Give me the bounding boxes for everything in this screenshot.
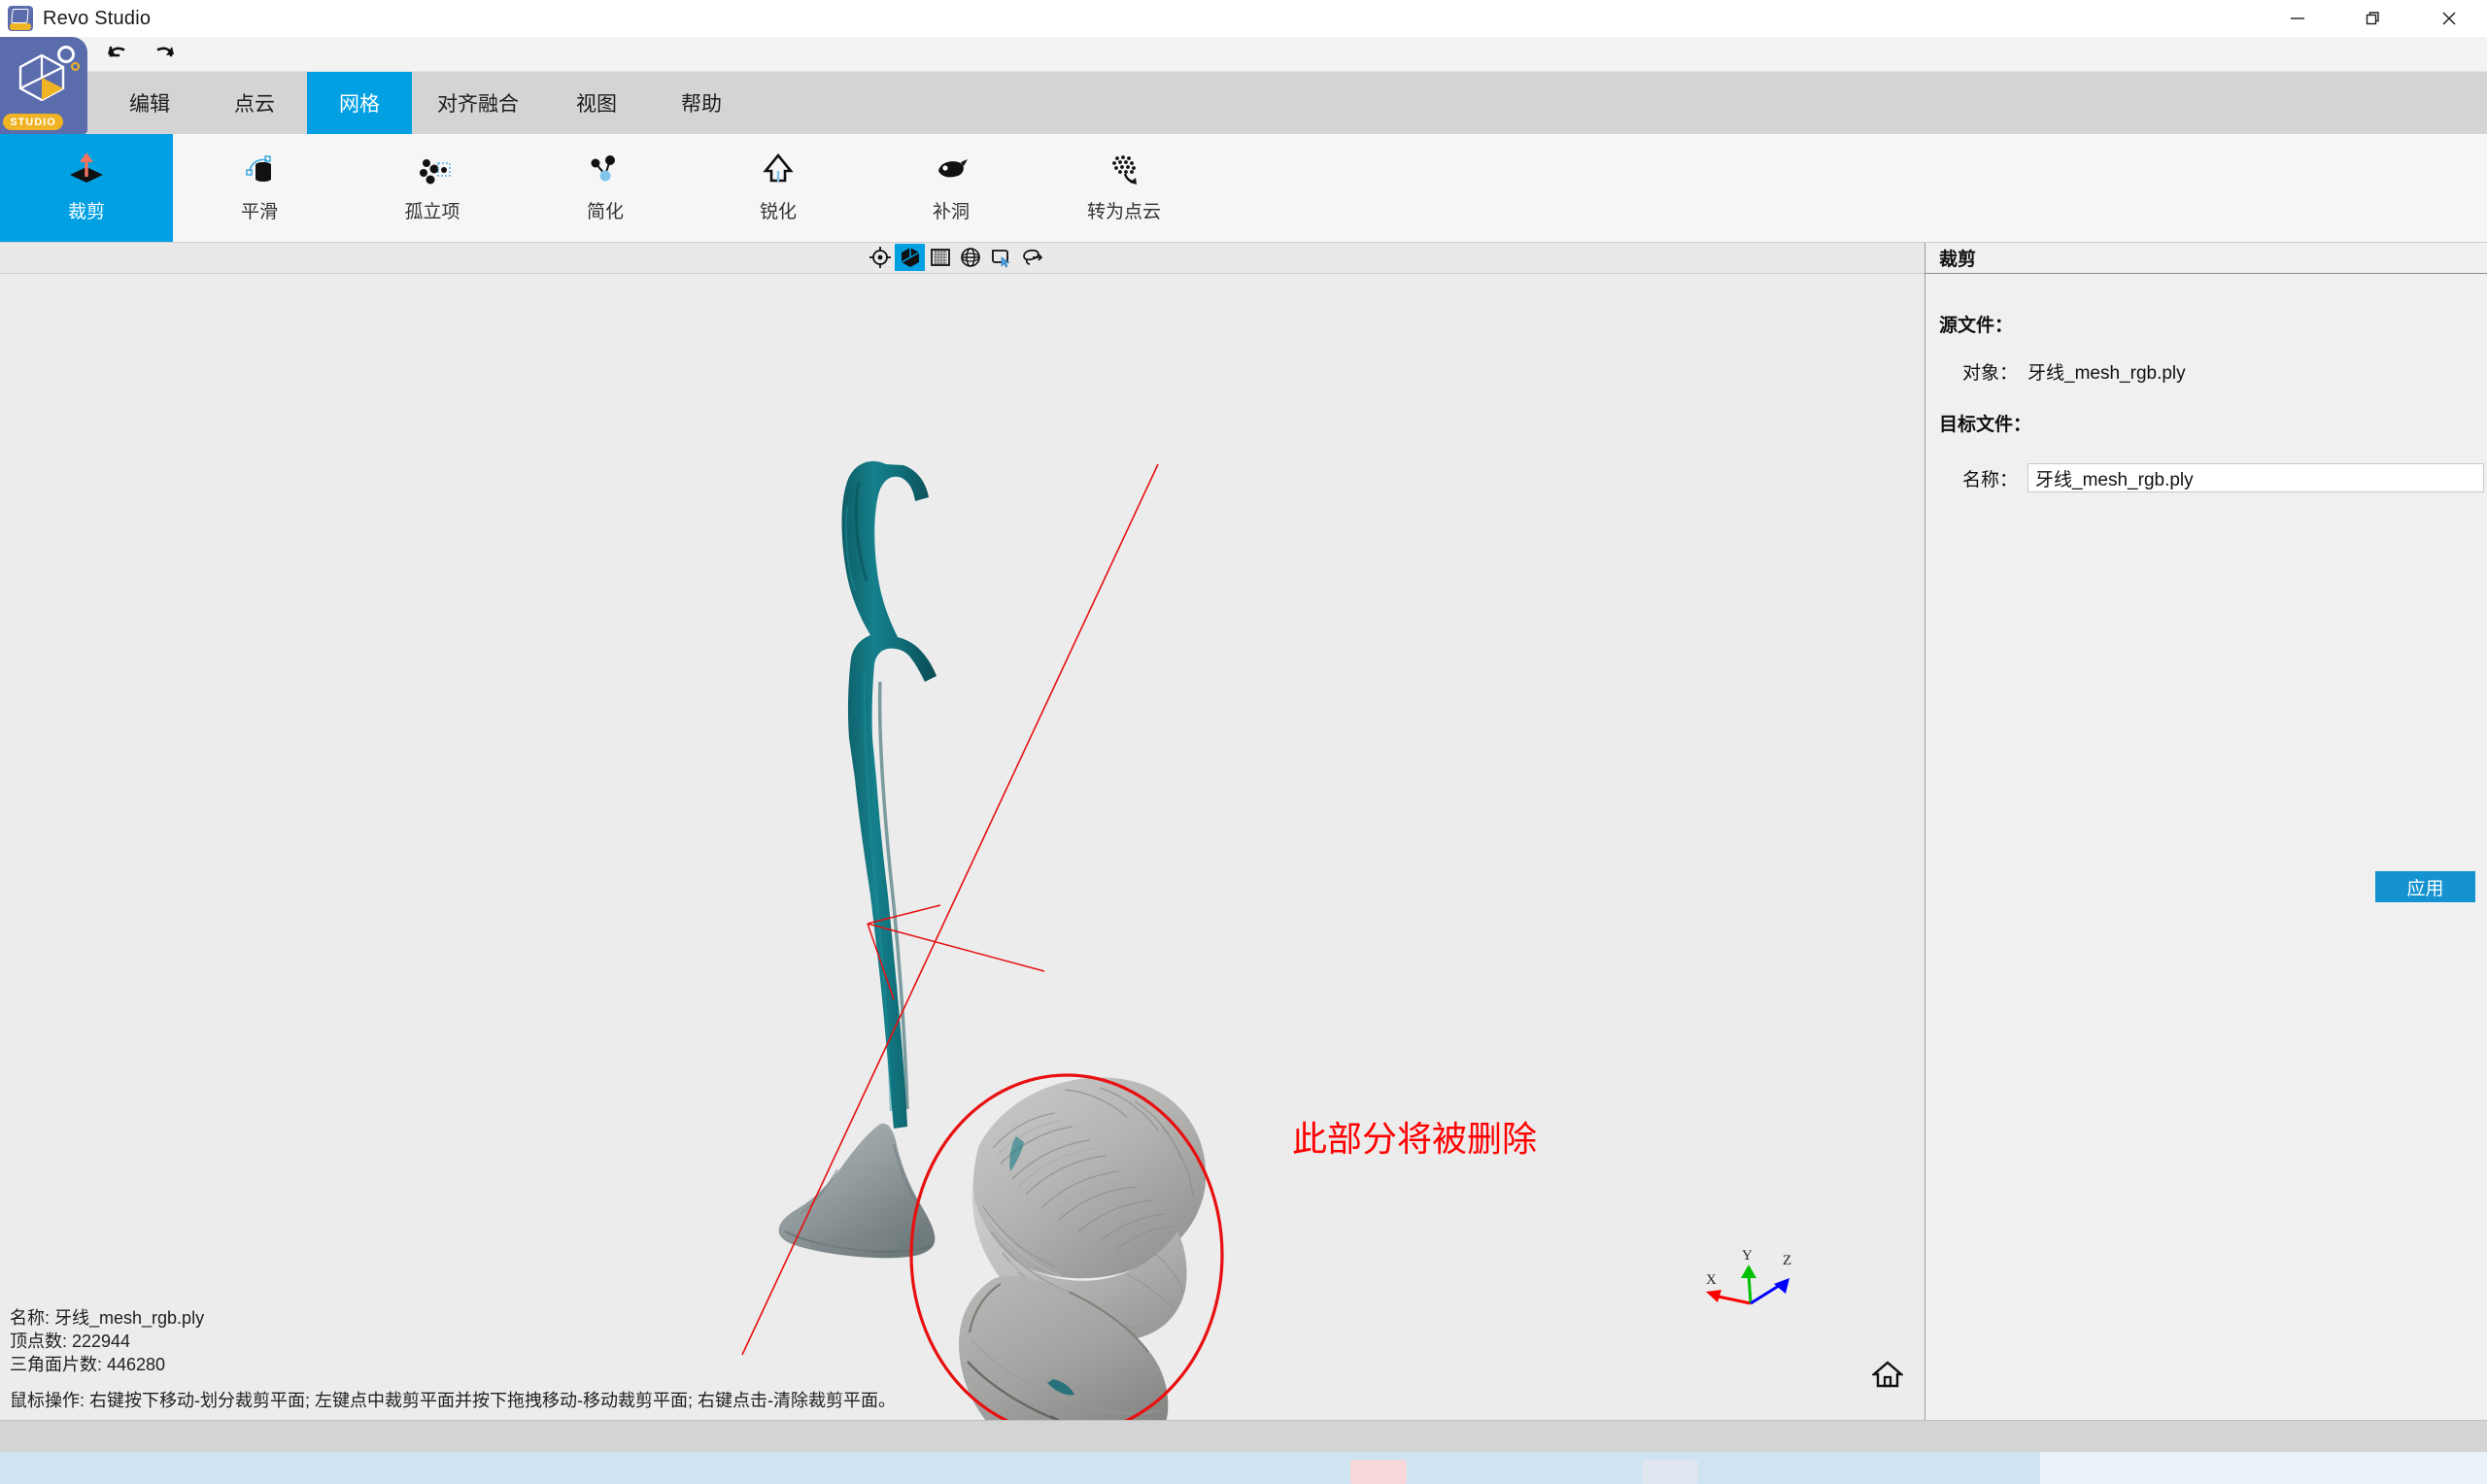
title-bar: Revo Studio xyxy=(0,0,2487,37)
ribbon-label-to-pointcloud: 转为点云 xyxy=(1086,202,1161,222)
status-name: 名称: 牙线_mesh_rgb.ply xyxy=(10,1307,205,1328)
viewport-tool-wireframe[interactable] xyxy=(955,244,985,271)
status-vertices: 顶点数: 222944 xyxy=(10,1332,131,1352)
menu-item-help[interactable]: 帮助 xyxy=(649,72,754,134)
taskbar-item-1[interactable] xyxy=(1350,1460,1407,1484)
menu-item-align-merge[interactable]: 对齐融合 xyxy=(412,72,544,134)
ribbon-label-isolated: 孤立项 xyxy=(404,202,460,222)
status-bar xyxy=(0,1420,2487,1452)
axis-label-x: X xyxy=(1706,1272,1717,1288)
rectangle-select-icon xyxy=(991,250,1009,268)
ribbon-button-to-pointcloud[interactable]: 转为点云 xyxy=(1038,134,1210,242)
viewport-tool-shaded[interactable] xyxy=(895,244,925,271)
smooth-icon xyxy=(234,148,285,194)
application-window: Revo Studio STUDIO 编辑 点云 网格 对齐融合 视图 帮助 裁… xyxy=(0,0,2487,1452)
viewport-tool-center[interactable] xyxy=(865,244,895,271)
ribbon-button-smooth[interactable]: 平滑 xyxy=(173,134,346,242)
home-icon xyxy=(1872,1361,1903,1388)
main-body: 此部分将被删除 名称: 牙线_mesh_rgb.ply 顶点数: 222944 … xyxy=(0,243,2487,1420)
viewport-tool-lasso-select[interactable] xyxy=(1015,244,1045,271)
viewport-tool-mesh-grid[interactable] xyxy=(925,244,955,271)
restore-button[interactable] xyxy=(2335,0,2411,37)
menu-item-view[interactable]: 视图 xyxy=(544,72,649,134)
home-view-button[interactable] xyxy=(1870,1358,1905,1391)
isolated-items-icon xyxy=(407,148,458,194)
ribbon-button-fillhole[interactable]: 补洞 xyxy=(865,134,1038,242)
apply-button[interactable]: 应用 xyxy=(2375,871,2475,902)
ribbon-label-sharpen: 锐化 xyxy=(759,202,797,222)
ribbon-button-isolated[interactable]: 孤立项 xyxy=(346,134,519,242)
redo-button[interactable] xyxy=(144,40,185,69)
undo-button[interactable] xyxy=(97,40,138,69)
studio-badge: STUDIO xyxy=(3,114,63,130)
menu-item-pointcloud[interactable]: 点云 xyxy=(202,72,307,134)
panel-body: 源文件： 对象： 牙线_mesh_rgb.ply 目标文件： 名称： 应用 xyxy=(1925,274,2487,1420)
mesh-grid-icon xyxy=(930,249,950,266)
ribbon-button-crop[interactable]: 裁剪 xyxy=(0,134,173,242)
viewport-column: 此部分将被删除 名称: 牙线_mesh_rgb.ply 顶点数: 222944 … xyxy=(0,243,1925,1420)
wireframe-globe-icon xyxy=(960,248,980,267)
ribbon-label-crop: 裁剪 xyxy=(67,202,105,222)
viewport-tool-rect-select[interactable] xyxy=(985,244,1015,271)
window-controls xyxy=(2260,0,2487,37)
window-title: Revo Studio xyxy=(43,7,152,29)
source-file-section-label: 源文件： xyxy=(1939,316,2014,336)
ribbon-button-simplify[interactable]: 简化 xyxy=(519,134,692,242)
quick-access-toolbar xyxy=(0,37,2487,72)
taskbar-item-2[interactable] xyxy=(1642,1460,1698,1484)
object-label: 对象： xyxy=(1962,363,2019,384)
target-center-icon xyxy=(869,247,891,268)
target-file-section-label: 目标文件： xyxy=(1939,415,2032,435)
simplify-icon xyxy=(580,148,630,194)
viewport-annotation: 此部分将被删除 xyxy=(1292,1120,1538,1159)
ribbon-label-smooth: 平滑 xyxy=(240,202,278,222)
panel-title: 裁剪 xyxy=(1925,243,2487,274)
right-panel: 裁剪 源文件： 对象： 牙线_mesh_rgb.ply 目标文件： 名称： 应用 xyxy=(1925,243,2487,1420)
fill-hole-icon xyxy=(926,148,976,194)
axis-gizmo: X Y Z xyxy=(1696,1239,1803,1327)
minimize-button[interactable] xyxy=(2260,0,2335,37)
axis-label-z: Z xyxy=(1783,1253,1791,1268)
gear-icon xyxy=(57,46,75,63)
gear-small-icon xyxy=(71,62,80,71)
axis-label-y: Y xyxy=(1742,1248,1753,1264)
name-label: 名称： xyxy=(1962,469,2019,490)
crop-plane-icon xyxy=(61,148,112,194)
target-name-input[interactable] xyxy=(2027,463,2485,492)
close-icon xyxy=(2442,12,2456,25)
undo-icon xyxy=(108,46,125,56)
menu-item-edit[interactable]: 编辑 xyxy=(97,72,202,134)
close-button[interactable] xyxy=(2411,0,2487,37)
lasso-select-icon xyxy=(1022,249,1042,265)
taskbar-tray xyxy=(2040,1452,2487,1484)
scene-render xyxy=(741,460,1224,1420)
to-pointcloud-icon xyxy=(1099,148,1149,194)
viewport-toolbar xyxy=(0,243,1925,274)
minimize-icon xyxy=(2291,17,2304,19)
menu-item-mesh[interactable]: 网格 xyxy=(307,72,412,134)
status-triangles: 三角面片数: 446280 xyxy=(10,1355,166,1375)
studio-logo[interactable]: STUDIO xyxy=(0,37,87,134)
shaded-cube-icon xyxy=(901,248,919,267)
object-value: 牙线_mesh_rgb.ply xyxy=(2027,363,2186,384)
app-logo-icon xyxy=(8,6,33,31)
viewport-3d[interactable]: 此部分将被删除 名称: 牙线_mesh_rgb.ply 顶点数: 222944 … xyxy=(0,274,1925,1420)
ribbon-toolbar: 裁剪 平滑 孤立项 简化 锐化 补洞 转为点云 xyxy=(0,134,2487,243)
ribbon-label-fillhole: 补洞 xyxy=(932,202,970,222)
ribbon-button-sharpen[interactable]: 锐化 xyxy=(692,134,865,242)
menu-bar: 编辑 点云 网格 对齐融合 视图 帮助 xyxy=(0,72,2487,134)
viewport-status-info: 名称: 牙线_mesh_rgb.ply 顶点数: 222944 三角面片数: 4… xyxy=(10,1306,896,1412)
ribbon-label-simplify: 简化 xyxy=(586,202,624,222)
redo-icon xyxy=(156,46,174,56)
restore-icon xyxy=(2366,12,2379,25)
sharpen-icon xyxy=(753,148,803,194)
desktop-taskbar xyxy=(0,1452,2487,1484)
status-mouse-hint: 鼠标操作: 右键按下移动-划分裁剪平面; 左键点中裁剪平面并按下拖拽移动-移动裁… xyxy=(10,1390,896,1410)
